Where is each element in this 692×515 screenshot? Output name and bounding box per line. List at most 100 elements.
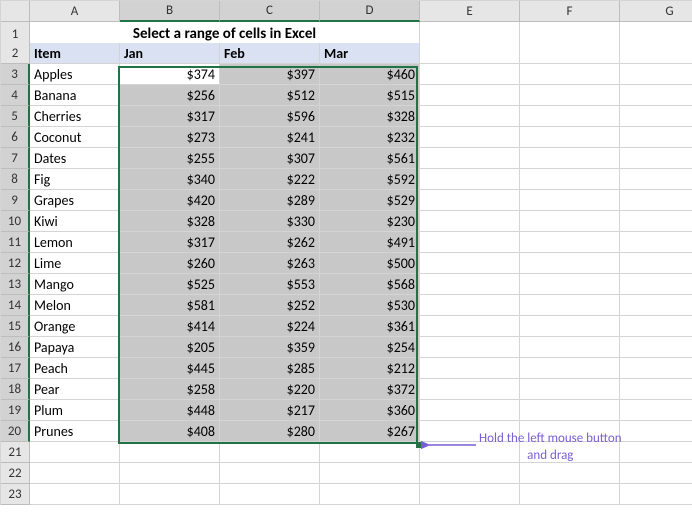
cell-F15[interactable] [520, 316, 620, 337]
feb-17[interactable]: $280 [220, 421, 320, 442]
col-header-F[interactable]: F [520, 1, 620, 22]
cell-E23[interactable] [420, 484, 520, 505]
feb-0[interactable]: $397 [220, 64, 320, 85]
mar-8[interactable]: $491 [320, 232, 420, 253]
col-header-E[interactable]: E [420, 1, 520, 22]
row-header-18[interactable]: 18 [1, 379, 30, 400]
cell-E17[interactable] [420, 358, 520, 379]
cell-D22[interactable] [320, 463, 420, 484]
jan-3[interactable]: $273 [120, 127, 220, 148]
header-feb[interactable]: Feb [220, 43, 320, 64]
jan-2[interactable]: $317 [120, 106, 220, 127]
cell-G16[interactable] [620, 337, 692, 358]
cell-G18[interactable] [620, 379, 692, 400]
mar-11[interactable]: $530 [320, 295, 420, 316]
cell-G23[interactable] [620, 484, 692, 505]
cell-F2[interactable] [520, 43, 620, 64]
cell-E4[interactable] [420, 85, 520, 106]
cell-E16[interactable] [420, 337, 520, 358]
jan-5[interactable]: $340 [120, 169, 220, 190]
cell-F23[interactable] [520, 484, 620, 505]
item-10[interactable]: Mango [30, 274, 120, 295]
cell-C21[interactable] [220, 442, 320, 463]
jan-7[interactable]: $328 [120, 211, 220, 232]
feb-4[interactable]: $307 [220, 148, 320, 169]
row-header-11[interactable]: 11 [1, 232, 30, 253]
cell-A23[interactable] [30, 484, 120, 505]
item-7[interactable]: Kiwi [30, 211, 120, 232]
mar-14[interactable]: $212 [320, 358, 420, 379]
item-1[interactable]: Banana [30, 85, 120, 106]
feb-11[interactable]: $252 [220, 295, 320, 316]
cell-F19[interactable] [520, 400, 620, 421]
jan-11[interactable]: $581 [120, 295, 220, 316]
mar-12[interactable]: $361 [320, 316, 420, 337]
item-11[interactable]: Melon [30, 295, 120, 316]
cell-G10[interactable] [620, 211, 692, 232]
jan-15[interactable]: $258 [120, 379, 220, 400]
mar-4[interactable]: $561 [320, 148, 420, 169]
cell-G12[interactable] [620, 253, 692, 274]
header-mar[interactable]: Mar [320, 43, 420, 64]
header-jan[interactable]: Jan [120, 43, 220, 64]
header-item[interactable]: Item [30, 43, 120, 64]
feb-9[interactable]: $263 [220, 253, 320, 274]
cell-F22[interactable] [520, 463, 620, 484]
cell-E11[interactable] [420, 232, 520, 253]
cell-F9[interactable] [520, 190, 620, 211]
cell-G21[interactable] [620, 442, 692, 463]
mar-0[interactable]: $460 [320, 64, 420, 85]
jan-4[interactable]: $255 [120, 148, 220, 169]
row-header-13[interactable]: 13 [1, 274, 30, 295]
item-9[interactable]: Lime [30, 253, 120, 274]
mar-9[interactable]: $500 [320, 253, 420, 274]
feb-16[interactable]: $217 [220, 400, 320, 421]
jan-16[interactable]: $448 [120, 400, 220, 421]
cell-F5[interactable] [520, 106, 620, 127]
feb-7[interactable]: $330 [220, 211, 320, 232]
cell-D21[interactable] [320, 442, 420, 463]
cell-E13[interactable] [420, 274, 520, 295]
cell-G19[interactable] [620, 400, 692, 421]
row-header-8[interactable]: 8 [1, 169, 30, 190]
row-header-4[interactable]: 4 [1, 85, 30, 106]
cell-F12[interactable] [520, 253, 620, 274]
cell-G6[interactable] [620, 127, 692, 148]
cell-F10[interactable] [520, 211, 620, 232]
jan-8[interactable]: $317 [120, 232, 220, 253]
row-header-19[interactable]: 19 [1, 400, 30, 421]
item-0[interactable]: Apples [30, 64, 120, 85]
cell-C23[interactable] [220, 484, 320, 505]
feb-8[interactable]: $262 [220, 232, 320, 253]
spreadsheet-grid[interactable]: ABCDEFG1Select a range of cells in Excel… [0, 0, 692, 505]
row-header-15[interactable]: 15 [1, 316, 30, 337]
jan-0[interactable]: $374 [120, 64, 220, 85]
mar-15[interactable]: $372 [320, 379, 420, 400]
mar-6[interactable]: $529 [320, 190, 420, 211]
cell-G13[interactable] [620, 274, 692, 295]
cell-A21[interactable] [30, 442, 120, 463]
feb-5[interactable]: $222 [220, 169, 320, 190]
mar-16[interactable]: $360 [320, 400, 420, 421]
cell-F6[interactable] [520, 127, 620, 148]
col-header-A[interactable]: A [30, 1, 120, 22]
cell-G2[interactable] [620, 43, 692, 64]
cell-F17[interactable] [520, 358, 620, 379]
cell-F7[interactable] [520, 148, 620, 169]
cell-C22[interactable] [220, 463, 320, 484]
cell-E3[interactable] [420, 64, 520, 85]
cell-F8[interactable] [520, 169, 620, 190]
cell-F16[interactable] [520, 337, 620, 358]
cell-B22[interactable] [120, 463, 220, 484]
cell-E22[interactable] [420, 463, 520, 484]
row-header-5[interactable]: 5 [1, 106, 30, 127]
cell-G15[interactable] [620, 316, 692, 337]
cell-G17[interactable] [620, 358, 692, 379]
cell-F4[interactable] [520, 85, 620, 106]
row-header-3[interactable]: 3 [1, 64, 30, 85]
jan-9[interactable]: $260 [120, 253, 220, 274]
cell-G5[interactable] [620, 106, 692, 127]
cell-B23[interactable] [120, 484, 220, 505]
cell-A22[interactable] [30, 463, 120, 484]
cell-E9[interactable] [420, 190, 520, 211]
